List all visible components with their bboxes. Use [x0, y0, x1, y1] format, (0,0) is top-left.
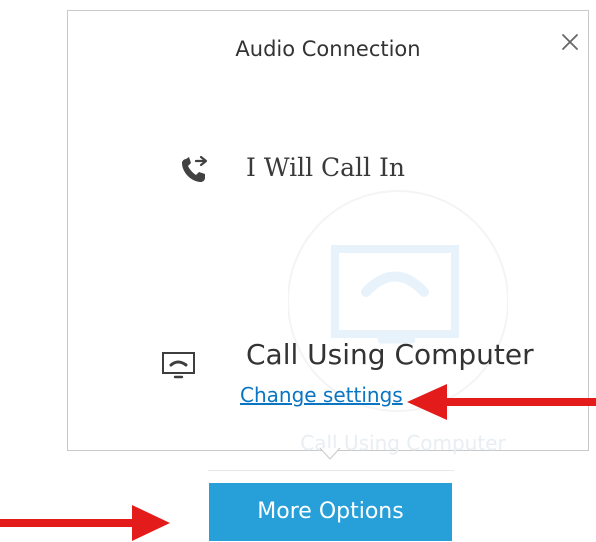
change-settings-link[interactable]: Change settings [240, 385, 403, 405]
screenshot-canvas: Audio Connection Call Using Computer I W… [0, 0, 596, 542]
computer-phone-icon [160, 349, 200, 385]
more-options-button[interactable]: More Options [209, 483, 452, 541]
dialog-title: Audio Connection [235, 37, 421, 61]
call-using-computer-option[interactable]: Call Using Computer [160, 337, 540, 385]
red-arrow-right [405, 381, 596, 423]
call-in-option[interactable]: I Will Call In [176, 143, 428, 193]
close-button[interactable] [558, 30, 582, 54]
dialog-caret [319, 446, 341, 460]
footer-separator [208, 470, 454, 471]
call-in-label: I Will Call In [246, 153, 405, 182]
phone-forward-icon [176, 151, 214, 189]
call-using-computer-label: Call Using Computer [246, 338, 534, 371]
red-arrow-left [0, 501, 170, 541]
watermark-label: Call Using Computer [300, 431, 506, 455]
close-icon[interactable] [558, 30, 582, 54]
